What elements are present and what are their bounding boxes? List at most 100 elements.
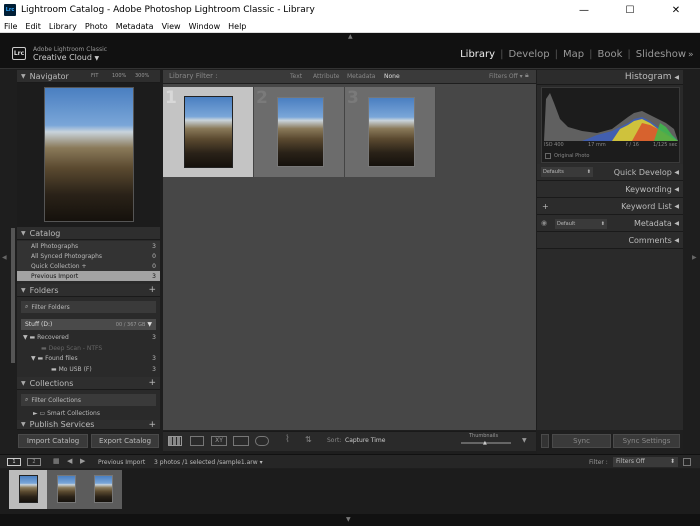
collections-header[interactable]: ▼ Collections + <box>17 377 160 390</box>
grid-icon[interactable]: ▦ <box>53 457 60 465</box>
spray-can-icon[interactable]: ⌇ <box>285 434 290 445</box>
menu-view[interactable]: View <box>158 22 185 31</box>
left-scrollbar[interactable] <box>11 228 15 363</box>
module-library[interactable]: Library <box>460 49 495 60</box>
metadata-preset[interactable]: Default ⬍ <box>555 219 607 229</box>
minimize-button[interactable]: — <box>561 0 607 20</box>
collection-set-icon: ▭ <box>39 409 46 417</box>
menu-photo[interactable]: Photo <box>81 22 112 31</box>
filter-metadata[interactable]: Metadata <box>347 73 375 80</box>
grid-cell-3[interactable]: 3 <box>345 87 436 177</box>
catalog-item-quick-collection[interactable]: Quick Collection +0 <box>17 261 160 271</box>
quick-develop-header[interactable]: Defaults ⬍ Quick Develop ◀ <box>537 164 683 181</box>
grid-view-icon[interactable] <box>168 436 182 446</box>
survey-view-icon[interactable] <box>233 436 249 446</box>
folder-filter-field[interactable]: ⌕ Filter Folders <box>21 301 156 313</box>
folders-header[interactable]: ▼ Folders + <box>17 284 160 297</box>
collection-filter-field[interactable]: ⌕ Filter Collections <box>21 394 156 406</box>
histogram-chart[interactable]: ISO 400 17 mm f / 16 1/125 sec Original … <box>541 87 680 163</box>
back-arrow-icon[interactable]: ◀ <box>67 457 72 465</box>
filmstrip-filter-dropdown[interactable]: Filters Off ⬍ <box>613 457 678 467</box>
menu-metadata[interactable]: Metadata <box>112 22 158 31</box>
navigator-preview-area[interactable] <box>17 83 160 227</box>
menu-file[interactable]: File <box>0 22 21 31</box>
primary-display-button[interactable]: 1 <box>7 458 21 466</box>
catalog-title: Catalog <box>29 228 61 238</box>
menu-edit[interactable]: Edit <box>21 22 45 31</box>
close-button[interactable]: ✕ <box>653 0 699 20</box>
folder-icon: ▬ <box>41 344 47 352</box>
catalog-item-previous-import[interactable]: Previous Import 3 <box>17 271 160 281</box>
left-panel-toggle-icon[interactable]: ◀ <box>2 254 7 261</box>
module-develop[interactable]: Develop <box>508 49 549 60</box>
zoom-300[interactable]: 300% <box>135 73 149 79</box>
original-photo-checkbox[interactable] <box>545 153 551 159</box>
sync-settings-button[interactable]: Sync Settings <box>613 434 680 448</box>
more-modules-icon[interactable]: » <box>688 50 694 60</box>
right-panel-toggle-icon[interactable]: ▶ <box>692 254 697 261</box>
grid-cell-1[interactable]: 1 <box>163 87 254 177</box>
module-slideshow[interactable]: Slideshow <box>636 49 686 60</box>
loupe-view-icon[interactable] <box>190 436 204 446</box>
top-panel-toggle-icon[interactable]: ▲ <box>348 33 353 40</box>
filters-off-dropdown[interactable]: Filters Off ▾ <box>489 73 523 80</box>
navigator-header[interactable]: ▼ Navigator FIT 100% 300% <box>17 70 160 83</box>
filmstrip-source[interactable]: Previous Import <box>98 459 145 466</box>
filmstrip-info[interactable]: 3 photos /1 selected /sample1.arw ▾ <box>154 459 263 466</box>
keywording-header[interactable]: Keywording ◀ <box>537 181 683 198</box>
volume-row[interactable]: Stuff (D:) 00 / 367 GB ▼ <box>21 319 156 330</box>
toolbar-menu-icon[interactable]: ▼ <box>522 437 527 444</box>
sync-toggle-icon[interactable] <box>541 434 549 448</box>
filter-none[interactable]: None <box>384 73 400 80</box>
sort-dropdown[interactable]: Capture Time <box>345 437 385 444</box>
secondary-display-button[interactable]: 2 <box>27 458 41 466</box>
lock-icon[interactable]: 🔒︎ <box>525 71 529 80</box>
filter-text[interactable]: Text <box>290 73 302 80</box>
filmstrip-cell-3[interactable] <box>85 470 122 509</box>
import-catalog-button[interactable]: Import Catalog <box>18 434 88 448</box>
zoom-fit[interactable]: FIT <box>91 73 98 79</box>
add-publish-button[interactable]: + <box>148 420 156 429</box>
comments-header[interactable]: Comments ◀ <box>537 232 683 249</box>
module-book[interactable]: Book <box>597 49 622 60</box>
grid-cell-2[interactable]: 2 <box>254 87 345 177</box>
collapse-triangle-icon: ▼ <box>21 286 26 294</box>
bottom-panel-toggle-icon[interactable]: ▼ <box>346 516 351 523</box>
keyword-list-header[interactable]: + Keyword List ◀ <box>537 198 683 215</box>
compare-view-icon[interactable]: XY <box>211 436 227 446</box>
menu-help[interactable]: Help <box>224 22 250 31</box>
eye-icon[interactable]: ◉ <box>541 219 547 227</box>
thumbnail-image <box>184 96 233 168</box>
publish-header[interactable]: ▼ Publish Services + <box>17 420 160 430</box>
add-collection-button[interactable]: + <box>148 378 156 388</box>
folder-recovered[interactable]: ▼ ▬ Recovered 3 <box>17 332 160 342</box>
filter-attribute[interactable]: Attribute <box>313 73 340 80</box>
menu-library[interactable]: Library <box>45 22 81 31</box>
folder-deep-scan[interactable]: ▬ Deep Scan - NTFS <box>17 343 160 353</box>
sync-button[interactable]: Sync <box>552 434 611 448</box>
filter-lock-icon[interactable] <box>683 458 691 466</box>
export-catalog-button[interactable]: Export Catalog <box>91 434 159 448</box>
catalog-header[interactable]: ▼ Catalog <box>17 227 160 240</box>
sort-direction-icon[interactable]: ⇅ <box>305 435 312 444</box>
metadata-header[interactable]: ◉ Default ⬍ Metadata ◀ <box>537 215 683 232</box>
filmstrip-cell-1[interactable] <box>9 470 47 509</box>
maximize-button[interactable]: ☐ <box>607 0 653 20</box>
catalog-item-all-photographs[interactable]: All Photographs 3 <box>17 241 160 251</box>
add-folder-button[interactable]: + <box>148 285 156 295</box>
folder-mo-usb[interactable]: ▬ Mo USB (F) 3 <box>17 364 160 374</box>
catalog-item-synced[interactable]: All Synced Photographs 0 <box>17 251 160 261</box>
histogram-header[interactable]: Histogram ◀ <box>537 70 683 85</box>
smart-collections[interactable]: ► ▭ Smart Collections <box>17 408 160 418</box>
identity-line2[interactable]: Creative Cloud ▼ <box>33 53 99 62</box>
folder-found-files[interactable]: ▼ ▬ Found files 3 <box>17 353 160 363</box>
menu-window[interactable]: Window <box>185 22 225 31</box>
slider-handle-icon[interactable]: ▲ <box>483 440 487 446</box>
module-map[interactable]: Map <box>563 49 584 60</box>
quick-develop-preset[interactable]: Defaults ⬍ <box>541 167 593 177</box>
filmstrip-cell-2[interactable] <box>47 470 85 509</box>
zoom-100[interactable]: 100% <box>112 73 126 79</box>
people-view-icon[interactable] <box>255 436 269 446</box>
forward-arrow-icon[interactable]: ▶ <box>80 457 85 465</box>
add-keyword-icon[interactable]: + <box>542 202 549 211</box>
